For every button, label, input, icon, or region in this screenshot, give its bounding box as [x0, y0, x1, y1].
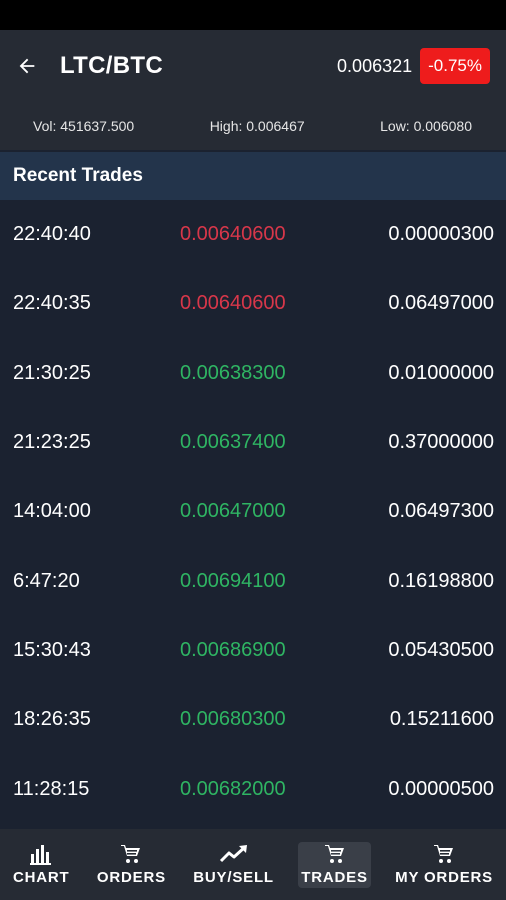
trade-price: 0.00686900: [180, 638, 286, 661]
high-stat: High: 0.006467: [209, 118, 305, 134]
nav-label: BUY/SELL: [193, 869, 274, 886]
trade-amount: 0.06497000: [388, 292, 494, 315]
trade-price: 0.00640600: [180, 223, 286, 246]
cart-icon: [323, 843, 347, 865]
nav-chart[interactable]: CHART: [10, 842, 73, 888]
trade-time: 14:04:00: [13, 500, 91, 523]
trade-row: 21:23:25 0.00637400 0.37000000: [0, 408, 506, 477]
nav-label: ORDERS: [96, 869, 166, 886]
trade-price: 0.00682000: [180, 777, 286, 800]
trade-row: 14:04:00 0.00647000 0.06497300: [0, 477, 506, 546]
trade-row: 6:47:20 0.00694100 0.16198800: [0, 546, 506, 615]
nav-label: MY ORDERS: [395, 869, 493, 886]
trade-price: 0.00637400: [180, 431, 286, 454]
trade-row: 11:28:15 0.00682000 0.00000500: [0, 754, 506, 823]
trades-list: 22:40:40 0.00640600 0.00000300 22:40:35 …: [0, 200, 506, 824]
change-badge: -0.75%: [420, 48, 490, 84]
nav-trades[interactable]: TRADES: [298, 841, 371, 888]
nav-my-orders[interactable]: MY ORDERS: [392, 842, 496, 888]
trade-time: 21:23:25: [13, 431, 91, 454]
trade-amount: 0.00000300: [388, 223, 494, 246]
trade-row: 21:30:25 0.00638300 0.01000000: [0, 339, 506, 408]
nav-label: TRADES: [301, 869, 368, 886]
market-stats: Vol: 451637.500 High: 0.006467 Low: 0.00…: [0, 102, 506, 150]
trade-row: 22:40:40 0.00640600 0.00000300: [0, 200, 506, 269]
pair-title: LTC/BTC: [60, 52, 163, 79]
trade-time: 22:40:35: [13, 292, 91, 315]
trade-amount: 0.16198800: [388, 569, 494, 592]
status-bar: [0, 0, 506, 30]
trade-time: 18:26:35: [13, 708, 91, 731]
bar-chart-icon: [29, 843, 53, 865]
cart-icon: [432, 843, 456, 865]
trending-up-icon: [219, 843, 249, 865]
trade-price: 0.00640600: [180, 292, 286, 315]
trade-amount: 0.37000000: [388, 431, 494, 454]
trade-time: 21:30:25: [13, 361, 91, 384]
trade-amount: 0.00000500: [388, 777, 494, 800]
trade-price: 0.00694100: [180, 569, 286, 592]
back-button[interactable]: [14, 53, 40, 79]
trade-time: 22:40:40: [13, 223, 91, 246]
trade-time: 6:47:20: [13, 569, 80, 592]
app-header: LTC/BTC 0.006321 -0.75%: [0, 30, 506, 102]
bottom-nav: CHART ORDERS BUY/SELL TRADES MY ORDERS: [0, 829, 506, 900]
trade-price: 0.00647000: [180, 500, 286, 523]
volume-stat: Vol: 451637.500: [33, 118, 135, 134]
trade-amount: 0.05430500: [388, 638, 494, 661]
nav-label: CHART: [13, 869, 70, 886]
trade-amount: 0.15211600: [389, 708, 494, 731]
nav-orders[interactable]: ORDERS: [94, 842, 169, 888]
trade-amount: 0.01000000: [388, 361, 494, 384]
trade-row: 18:26:35 0.00680300 0.15211600: [0, 685, 506, 754]
arrow-left-icon: [19, 58, 35, 74]
low-stat: Low: 0.006080: [380, 118, 472, 134]
nav-buy-sell[interactable]: BUY/SELL: [190, 842, 277, 888]
trade-time: 15:30:43: [13, 638, 91, 661]
cart-icon: [119, 843, 143, 865]
current-price: 0.006321: [337, 55, 413, 76]
trade-row: 22:40:35 0.00640600 0.06497000: [0, 269, 506, 338]
trade-price: 0.00638300: [180, 361, 286, 384]
trade-price: 0.00680300: [180, 708, 286, 731]
trade-row: 15:30:43 0.00686900 0.05430500: [0, 616, 506, 685]
section-title: Recent Trades: [0, 152, 506, 200]
trade-amount: 0.06497300: [388, 500, 494, 523]
trade-time: 11:28:15: [13, 777, 90, 800]
